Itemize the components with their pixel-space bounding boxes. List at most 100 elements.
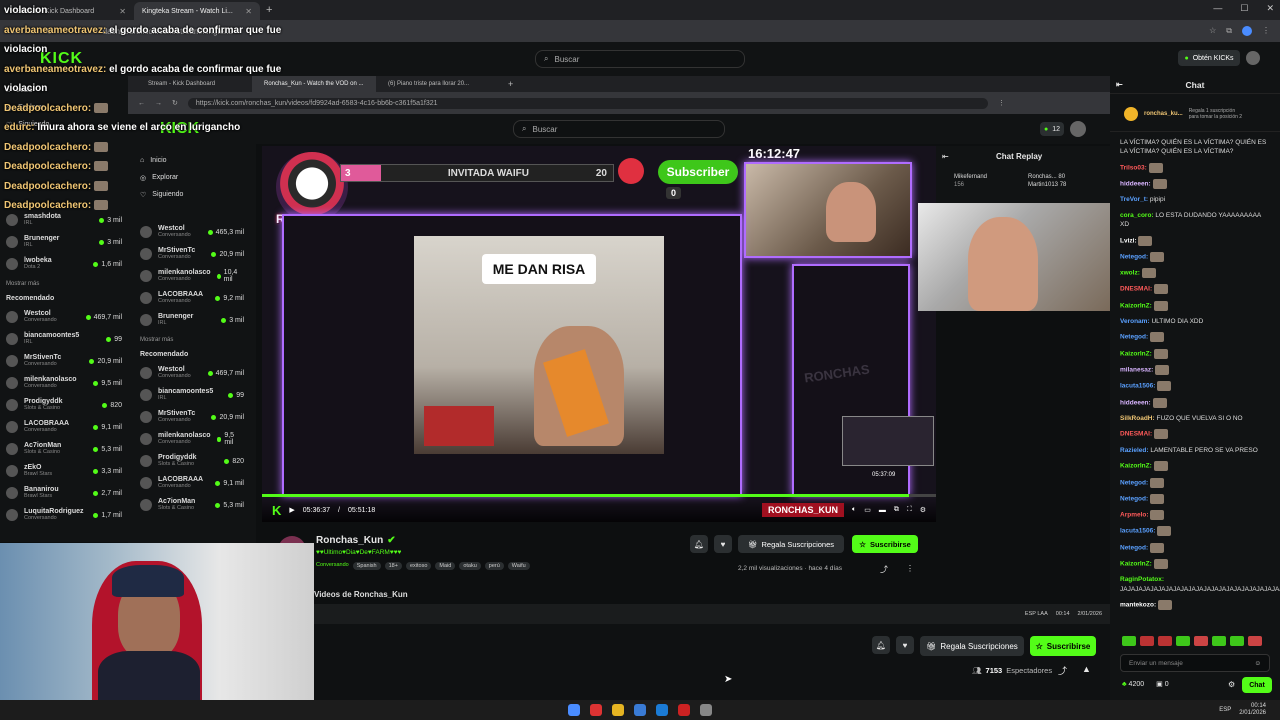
sidebar-channel-item[interactable]: Westcol Conversando 469,7 mil (140, 362, 244, 384)
share-icon[interactable]: ⤴ (880, 564, 888, 575)
follow-button[interactable]: ♥ (714, 535, 732, 553)
sidebar-channel-item[interactable]: MrStivenTc Conversando 20,9 mil (140, 243, 244, 265)
bell-button[interactable]: 🔔︎ (690, 535, 708, 553)
sidebar-channel-item[interactable]: lwobeka Dota 2 1,6 mil (6, 253, 122, 275)
chat-username[interactable]: mantekozo: (1120, 602, 1156, 609)
gift-subs-button[interactable]: 🎁︎ Regala Suscripciones (738, 535, 844, 553)
chat-username[interactable]: Netegod: (1120, 496, 1148, 503)
volume-icon[interactable]: 🔈︎ (852, 506, 856, 514)
sidebar-channel-item[interactable]: biancamoontes5 IRL 99 (140, 384, 244, 406)
emoji-icon[interactable]: ☺ (1254, 660, 1261, 667)
maximize-icon[interactable]: ☐ (1240, 3, 1248, 14)
fullscreen-icon[interactable]: ⛶ (907, 506, 912, 514)
sidebar-channel-item[interactable]: MrStivenTc Conversando 20,9 mil (6, 350, 122, 372)
tag-chip[interactable]: Spanish (352, 562, 381, 570)
chat-username[interactable]: cora_coro: (1120, 212, 1154, 219)
sidebar-channel-item[interactable]: Prodigyddk Slots & Casino 820 (6, 394, 122, 416)
chat-username[interactable]: Netegod: (1120, 479, 1148, 486)
sidebar-channel-item[interactable]: LuquitaRodriguez Conversando 1,7 mil (6, 504, 122, 526)
chat-username[interactable]: hiddeeen: (1120, 399, 1151, 406)
search-box[interactable]: ⌕ Buscar (535, 50, 745, 68)
close-window-icon[interactable]: ✕ (1266, 3, 1274, 14)
emote-icon[interactable] (1194, 636, 1208, 646)
chat-username[interactable]: Netegod: (1120, 254, 1148, 261)
chat-username[interactable]: Razieled: (1120, 447, 1149, 454)
emote-icon[interactable] (1122, 636, 1136, 646)
collapse-chat-icon[interactable]: ⇤ (1116, 80, 1123, 89)
bell-button[interactable]: 🔔︎ (872, 636, 890, 654)
chrome-icon[interactable] (568, 704, 580, 716)
get-kicks-button[interactable]: ● Obtén KICKs (1178, 50, 1240, 66)
tag-chip[interactable]: Maid (435, 562, 456, 570)
chat-username[interactable]: xwolz: (1120, 270, 1140, 277)
inner-kicks-badge[interactable]: ● 12 (1040, 122, 1064, 136)
chat-username[interactable]: KaizorInZ: (1120, 561, 1152, 568)
chat-username[interactable]: milanesaz: (1120, 367, 1153, 374)
show-more-link[interactable]: Mostrar más (140, 337, 244, 343)
folder-icon[interactable] (612, 704, 624, 716)
tag-chip[interactable]: perú (484, 562, 504, 570)
emote-icon[interactable] (1176, 636, 1190, 646)
pip-icon[interactable]: ⧉ (894, 506, 899, 514)
chat-username[interactable]: Lvizi: (1120, 237, 1137, 244)
sidebar-channel-item[interactable]: LACOBRAAA Conversando 9,1 mil (6, 416, 122, 438)
app-icon[interactable] (590, 704, 602, 716)
chat-username[interactable]: DNESMAI: (1120, 431, 1152, 438)
sidebar-channel-item[interactable]: Bananirou Brawl Stars 2,7 mil (6, 482, 122, 504)
tag-chip[interactable]: otaku (459, 562, 481, 570)
chat-username[interactable]: Arpmelo: (1120, 512, 1149, 519)
settings-icon[interactable]: ⚙ (920, 506, 926, 514)
share-icon[interactable]: ⤴ (1058, 664, 1067, 677)
sidebar-channel-item[interactable]: MrStivenTc Conversando 20,9 mil (140, 406, 244, 428)
pinned-user[interactable]: ronchas_ku... (1144, 111, 1183, 117)
profile-icon[interactable] (1242, 26, 1252, 36)
inner-search-input[interactable]: Buscar (532, 125, 557, 134)
chat-username[interactable]: hiddeeen: (1120, 181, 1151, 188)
chat-username[interactable]: Veronam: (1120, 318, 1150, 325)
send-chat-button[interactable]: Chat (1242, 677, 1272, 693)
app-icon[interactable] (678, 704, 690, 716)
tray-clock[interactable]: 00:14 2/01/2026 (1239, 703, 1266, 717)
sidebar-channel-item[interactable]: Ac7ionMan Slots & Casino 5,3 mil (140, 494, 244, 516)
sidebar-channel-item[interactable]: zEkO Brawl Stars 3,3 mil (6, 460, 122, 482)
sidebar-channel-item[interactable]: LACOBRAAA Conversando 9,1 mil (140, 472, 244, 494)
sidebar-channel-item[interactable]: milenkanolasco Conversando 9,5 mil (6, 372, 122, 394)
tag-chip[interactable]: 18+ (384, 562, 402, 570)
warning-icon[interactable]: ▲ (1082, 664, 1091, 674)
chat-username[interactable]: Trilso03: (1120, 164, 1147, 171)
subscribe-button[interactable]: ☆ Suscribirse (1030, 636, 1096, 656)
inner-tab[interactable]: (6) Piano triste para llorar 20... (376, 81, 500, 87)
captions-icon[interactable]: ▭ (864, 506, 871, 514)
new-tab-icon[interactable]: + (508, 79, 513, 89)
sidebar-channel-item[interactable]: milenkanolasco Conversando 9,5 mil (140, 428, 244, 450)
chat-username[interactable]: RaginPotatox: (1120, 576, 1164, 583)
category-label[interactable]: Conversando (316, 562, 349, 570)
chat-settings-icon[interactable]: ⚙ (1228, 680, 1235, 689)
more-options-icon[interactable]: ⋮ (906, 564, 914, 573)
menu-icon[interactable]: ⋮ (1262, 26, 1270, 36)
subscribe-button[interactable]: ☆ Suscribirse (852, 535, 918, 553)
chat-username[interactable]: SilkRoadH: (1120, 415, 1155, 422)
tag-chip[interactable]: exitoso (405, 562, 432, 570)
steam-icon[interactable] (656, 704, 668, 716)
chat-username[interactable]: KaizorInZ: (1120, 302, 1152, 309)
emote-icon[interactable] (1158, 636, 1172, 646)
sidebar-channel-item[interactable]: Ac7ionMan Slots & Casino 5,3 mil (6, 438, 122, 460)
chat-username[interactable]: Netegod: (1120, 334, 1148, 341)
channel-name[interactable]: Ronchas_Kun (316, 535, 383, 546)
sidebar-channel-item[interactable]: milenkanolasco Conversando 10,4 mil (140, 265, 244, 287)
chat-username[interactable]: KaizorInZ: (1120, 351, 1152, 358)
show-more-link[interactable]: Mostrar más (6, 281, 122, 287)
sidebar-channel-item[interactable]: LACOBRAAA Conversando 9,2 mil (140, 287, 244, 309)
emote-icon[interactable] (1140, 636, 1154, 646)
follow-button[interactable]: ♥ (896, 636, 914, 654)
inner-url-field[interactable]: https://kick.com/ronchas_kun/videos/fd99… (187, 97, 988, 109)
minimize-icon[interactable]: — (1213, 3, 1222, 14)
progress-track[interactable] (262, 494, 936, 497)
app-icon[interactable] (700, 704, 712, 716)
emote-icon[interactable] (1212, 636, 1226, 646)
avatar[interactable] (1246, 51, 1260, 65)
chat-input[interactable]: Enviar un mensaje ☺ (1120, 654, 1270, 672)
sidebar-channel-item[interactable]: Prodigyddk Slots & Casino 820 (140, 450, 244, 472)
emote-icon[interactable] (1230, 636, 1244, 646)
